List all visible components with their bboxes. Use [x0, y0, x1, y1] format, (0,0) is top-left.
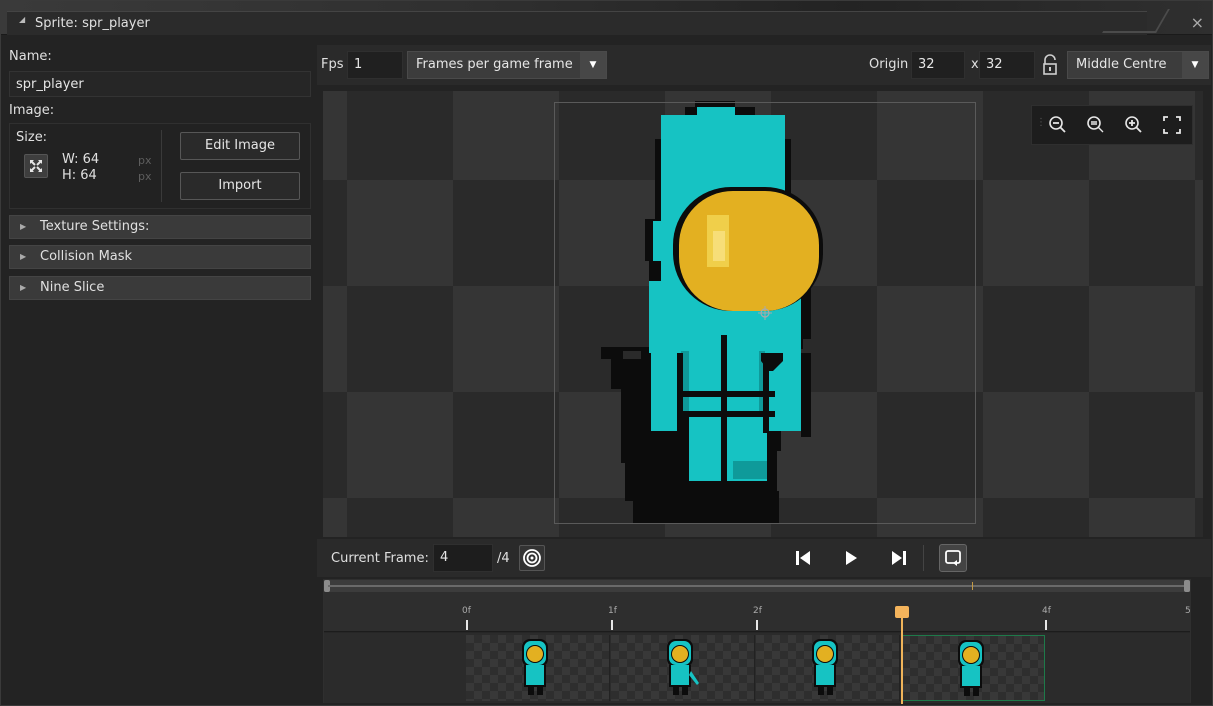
scroll-marker	[972, 582, 973, 590]
zoom-toolbar: ⋮	[1031, 105, 1193, 145]
zoom-in-icon	[1125, 116, 1142, 133]
frame-sprite	[522, 639, 548, 695]
drag-handle-icon[interactable]: ⋮	[1036, 117, 1046, 128]
tick-label: 5	[1185, 606, 1191, 616]
frame-thumbnail[interactable]	[611, 635, 755, 701]
tick-mark	[466, 620, 468, 630]
fit-screen-button[interactable]	[1160, 112, 1184, 138]
origin-preset-value: Middle Centre	[1076, 57, 1167, 72]
tick-mark	[611, 620, 613, 630]
frames-strip	[324, 633, 1190, 703]
expand-arrow-icon: ▶	[20, 283, 27, 292]
frame-thumbnail[interactable]	[756, 635, 900, 701]
window-title: Sprite: spr_player	[35, 16, 150, 31]
section-label: Texture Settings:	[40, 219, 150, 234]
total-frames: /4	[497, 551, 510, 566]
chevron-down-icon: ▼	[580, 52, 606, 78]
origin-preset-dropdown[interactable]: Middle Centre ▼	[1067, 51, 1209, 79]
current-frame-input[interactable]: 4	[433, 544, 493, 572]
sprite-toolbar: Fps 1 Frames per game frame ▼ Origin 32 …	[317, 45, 1211, 85]
nine-slice-section[interactable]: ▶ Nine Slice	[9, 276, 311, 300]
image-label: Image:	[9, 103, 55, 118]
collision-mask-section[interactable]: ▶ Collision Mask	[9, 245, 311, 269]
tick-mark	[1045, 620, 1047, 630]
section-label: Collision Mask	[40, 249, 133, 264]
height-unit: px	[138, 170, 152, 183]
origin-x-input[interactable]: 32	[911, 51, 965, 79]
origin-crosshair-icon[interactable]	[758, 306, 772, 320]
tick-mark	[756, 620, 758, 630]
tick-label: 2f	[753, 606, 762, 616]
loop-button[interactable]	[939, 544, 967, 572]
fit-screen-icon	[1163, 116, 1181, 134]
fps-mode-dropdown[interactable]: Frames per game frame ▼	[407, 51, 607, 79]
name-input[interactable]: spr_player	[9, 71, 311, 97]
playhead[interactable]	[901, 608, 903, 704]
play-button[interactable]	[837, 545, 865, 571]
chevron-down-icon: ▼	[1182, 52, 1208, 78]
collapse-triangle-icon[interactable]: ◢	[19, 15, 25, 24]
zoom-reset-button[interactable]	[1084, 112, 1108, 138]
playhead-handle[interactable]	[895, 606, 909, 618]
loop-icon	[945, 550, 961, 566]
resize-icon	[30, 160, 42, 172]
frame-thumbnail[interactable]	[466, 635, 610, 701]
frame-thumbnail-selected[interactable]	[901, 635, 1045, 701]
skip-forward-icon	[892, 551, 906, 565]
close-icon[interactable]: ×	[1191, 13, 1204, 32]
tick-label: 1f	[608, 606, 617, 616]
fps-input[interactable]: 1	[347, 51, 403, 79]
sprite-editor-window: ◢ Sprite: spr_player × Name: spr_player …	[0, 0, 1213, 706]
fps-mode-value: Frames per game frame	[416, 57, 573, 72]
unlock-icon	[1043, 54, 1057, 75]
expand-arrow-icon: ▶	[20, 222, 27, 231]
first-frame-button[interactable]	[789, 545, 817, 571]
tick-label: 4f	[1042, 606, 1051, 616]
width-unit: px	[138, 154, 152, 167]
zoom-out-icon	[1049, 116, 1066, 133]
frame-sprite	[958, 640, 984, 696]
scroll-end-handle[interactable]	[1184, 580, 1190, 592]
edit-image-button[interactable]: Edit Image	[180, 132, 300, 160]
scroll-track	[328, 585, 1186, 587]
last-frame-button[interactable]	[885, 545, 913, 571]
onion-skin-button[interactable]	[519, 545, 545, 571]
name-label: Name:	[9, 49, 52, 64]
expand-arrow-icon: ▶	[20, 252, 27, 261]
onion-skin-icon	[523, 549, 541, 567]
divider	[161, 130, 162, 202]
frame-sprite	[812, 639, 838, 695]
import-button[interactable]: Import	[180, 172, 300, 200]
width-value: W: 64	[62, 152, 100, 167]
divider	[923, 545, 924, 571]
origin-separator: x	[971, 57, 979, 72]
resize-button[interactable]	[24, 154, 48, 178]
zoom-out-button[interactable]	[1046, 112, 1070, 138]
current-frame-label: Current Frame:	[331, 551, 429, 566]
lock-origin-button[interactable]	[1039, 53, 1061, 77]
fps-label: Fps	[321, 57, 344, 72]
image-box: Size: W: 64 px H: 64 px Edit Image Impor…	[9, 123, 311, 209]
zoom-in-button[interactable]	[1122, 112, 1146, 138]
skip-back-icon	[796, 551, 810, 565]
frame-timeline[interactable]: 0f 1f 2f 3f 4f 5	[323, 579, 1191, 704]
timeline-scrollbar[interactable]	[324, 580, 1190, 592]
section-label: Nine Slice	[40, 280, 105, 295]
title-tab[interactable]	[7, 11, 1147, 35]
frame-sprite	[667, 639, 699, 695]
playback-bar: Current Frame: 4 /4	[317, 539, 1211, 577]
zoom-reset-icon	[1087, 116, 1104, 133]
sprite-properties-panel: Name: spr_player Image: Size: W: 64 px H…	[9, 45, 311, 705]
title-bar: ◢ Sprite: spr_player ×	[1, 1, 1212, 35]
tick-label: 0f	[462, 606, 471, 616]
origin-y-input[interactable]: 32	[979, 51, 1035, 79]
play-icon	[846, 551, 857, 565]
timeline-ruler[interactable]: 0f 1f 2f 3f 4f 5	[324, 592, 1191, 632]
origin-label: Origin	[869, 57, 909, 72]
texture-settings-section[interactable]: ▶ Texture Settings:	[9, 215, 311, 239]
height-value: H: 64	[62, 168, 97, 183]
size-label: Size:	[16, 130, 48, 145]
